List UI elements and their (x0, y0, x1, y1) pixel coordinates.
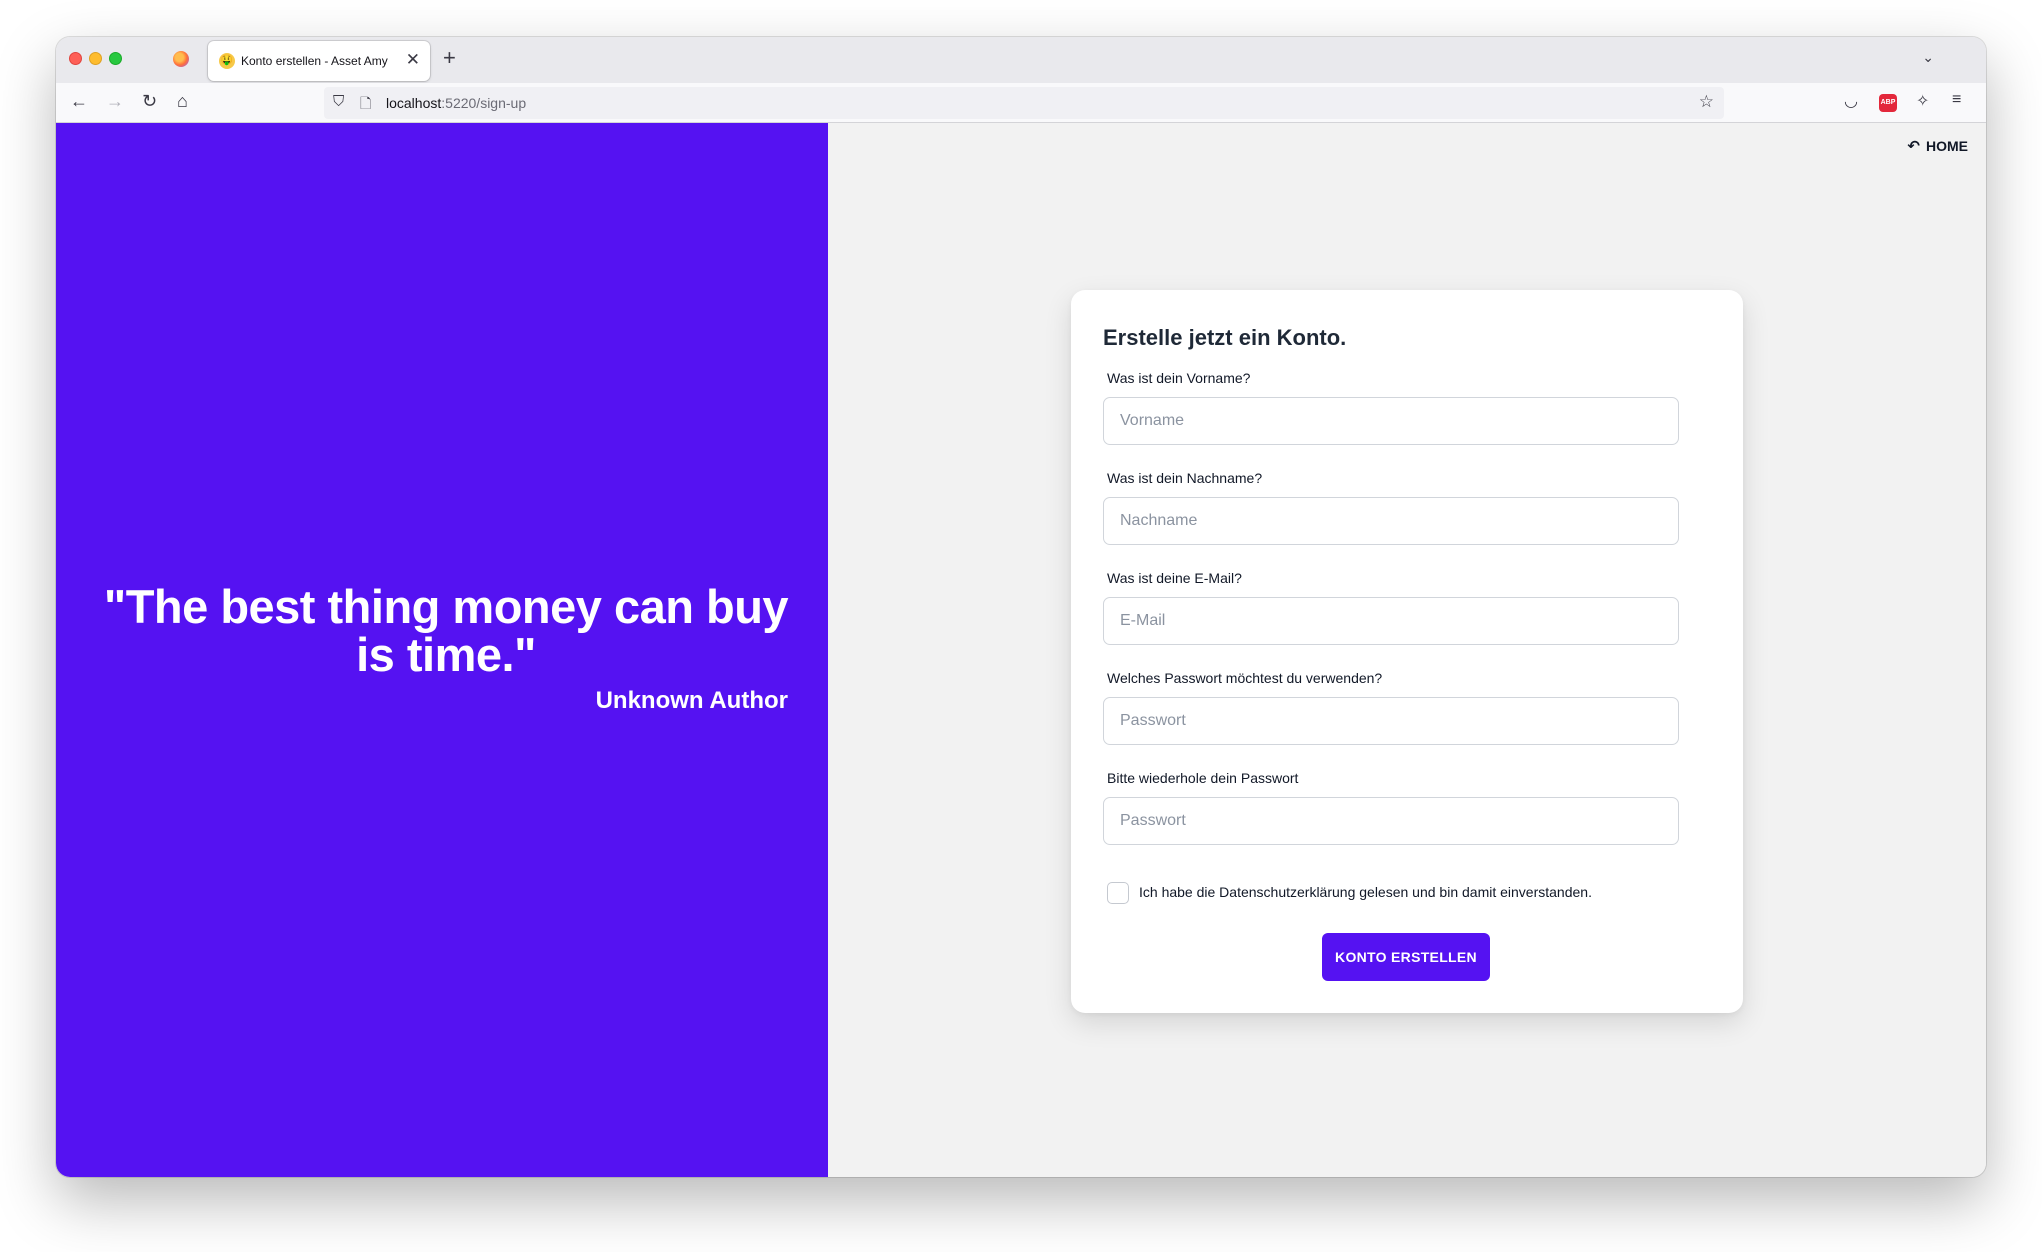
back-arrow-icon[interactable]: ← (70, 91, 88, 112)
email-input[interactable] (1103, 597, 1679, 645)
email-label: Was ist deine E-Mail? (1107, 570, 1242, 586)
home-label: HOME (1926, 138, 1968, 154)
menu-icon[interactable]: ≡ (1952, 91, 1961, 109)
password-repeat-label: Bitte wiederhole dein Passwort (1107, 770, 1299, 786)
browser-window: 🤑 Konto erstellen - Asset Amy ✕ + ⌄ ← → … (56, 37, 1986, 1177)
firefox-icon[interactable] (173, 51, 189, 67)
page-title: Erstelle jetzt ein Konto. (1103, 325, 1347, 350)
url-text[interactable]: localhost:5220/sign-up (386, 95, 526, 111)
quote-text: "The best thing money can buy is time." (103, 580, 789, 681)
create-account-button[interactable]: KONTO ERSTELLEN (1322, 933, 1490, 981)
password-repeat-input[interactable] (1103, 797, 1679, 845)
tab-strip: 🤑 Konto erstellen - Asset Amy ✕ + ⌄ (56, 37, 1986, 83)
extensions-icon[interactable]: ✧ (1916, 91, 1929, 111)
tab-favicon-icon: 🤑 (219, 53, 235, 69)
navigation-toolbar: ← → ↻ ⌂ ⛉ 🗋 localhost:5220/sign-up ☆ ◡ A… (56, 83, 1986, 123)
password-input[interactable] (1103, 697, 1679, 745)
close-window-button[interactable] (69, 52, 82, 65)
close-icon[interactable]: ✕ (406, 50, 420, 70)
page-icon[interactable]: 🗋 (360, 93, 371, 117)
forward-arrow-icon[interactable]: → (106, 91, 124, 112)
reload-icon[interactable]: ↻ (142, 91, 157, 112)
chevron-down-icon[interactable]: ⌄ (1922, 49, 1934, 66)
adblock-icon[interactable]: ABP (1879, 94, 1897, 112)
return-arrow-icon: ↶ (1907, 138, 1920, 155)
page-content: "The best thing money can buy is time." … (56, 123, 1986, 1177)
shield-icon[interactable]: ⛉ (333, 93, 344, 110)
url-bar[interactable]: ⛉ 🗋 localhost:5220/sign-up ☆ (324, 87, 1724, 119)
lastname-input[interactable] (1103, 497, 1679, 545)
pocket-icon[interactable]: ◡ (1844, 91, 1858, 111)
home-icon[interactable]: ⌂ (177, 91, 188, 112)
url-host: localhost (386, 95, 442, 111)
quote-author: Unknown Author (595, 687, 788, 714)
quote-panel: "The best thing money can buy is time." … (56, 123, 828, 1177)
new-tab-button[interactable]: + (443, 45, 456, 71)
signup-card: Erstelle jetzt ein Konto. Was ist dein V… (1071, 290, 1743, 1013)
lastname-label: Was ist dein Nachname? (1107, 470, 1263, 486)
password-label: Welches Passwort möchtest du verwenden? (1107, 670, 1383, 686)
privacy-label[interactable]: Ich habe die Datenschutzerklärung gelese… (1139, 884, 1592, 900)
minimize-window-button[interactable] (89, 52, 102, 65)
home-link[interactable]: ↶ HOME (1907, 137, 1968, 155)
tab-title: Konto erstellen - Asset Amy (241, 54, 388, 68)
firstname-input[interactable] (1103, 397, 1679, 445)
star-icon[interactable]: ☆ (1699, 92, 1714, 112)
firstname-label: Was ist dein Vorname? (1107, 370, 1251, 386)
tab-active[interactable]: 🤑 Konto erstellen - Asset Amy ✕ (208, 41, 430, 81)
privacy-checkbox[interactable] (1107, 882, 1129, 904)
zoom-window-button[interactable] (109, 52, 122, 65)
url-path: :5220/sign-up (441, 95, 527, 111)
